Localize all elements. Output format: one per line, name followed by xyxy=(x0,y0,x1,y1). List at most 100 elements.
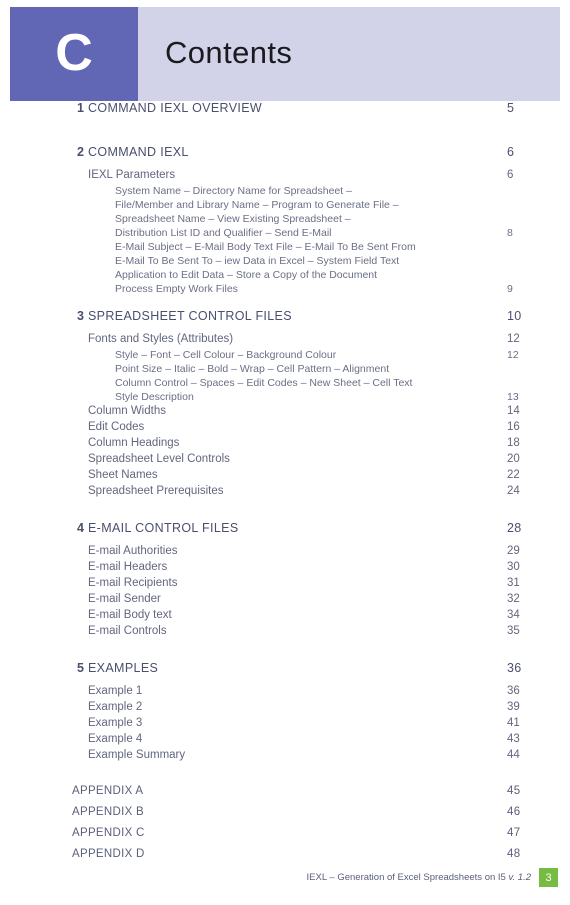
toc-entry-page-number: 6 xyxy=(507,169,514,181)
toc-entry-page-number: 5 xyxy=(507,101,515,115)
toc-entry-detail[interactable]: E-Mail To Be Sent To – iew Data in Excel… xyxy=(0,255,570,269)
toc-entry-detail[interactable]: Process Empty Work Files 9 xyxy=(0,283,570,297)
toc-entry-detail[interactable]: Style – Font – Cell Colour – Background … xyxy=(0,349,570,363)
toc-entry-sub[interactable]: Spreadsheet Level Controls 20 xyxy=(0,453,570,469)
toc-entry-page-number: 22 xyxy=(507,469,520,481)
toc-entry-section[interactable]: 3 SPREADSHEET CONTROL FILES 10 xyxy=(0,309,570,333)
toc-entry-label: Process Empty Work Files xyxy=(115,283,238,295)
toc-entry-sub[interactable]: Spreadsheet Prerequisites 24 xyxy=(0,485,570,501)
toc-entry-page-number: 35 xyxy=(507,625,520,637)
toc-entry-page-number: 10 xyxy=(507,309,522,323)
toc-entry-sub[interactable]: Example Summary 44 xyxy=(0,749,570,765)
toc-entry-sub[interactable]: Sheet Names 22 xyxy=(0,469,570,485)
toc-entry-page-number: 47 xyxy=(507,827,521,839)
toc-entry-sub[interactable]: Example 3 41 xyxy=(0,717,570,733)
toc-entry-label: Example 4 xyxy=(88,733,143,745)
toc-entry-number: 1 xyxy=(77,101,85,115)
toc-entry-appendix[interactable]: APPENDIX A 45 xyxy=(0,785,570,806)
toc-entry-page-number: 13 xyxy=(507,391,519,403)
toc-entry-sub[interactable]: IEXL Parameters 6 xyxy=(0,169,570,185)
toc-entry-label: System Name – Directory Name for Spreads… xyxy=(115,185,352,197)
chapter-header: C Contents xyxy=(10,7,560,101)
toc-spacer xyxy=(0,125,570,145)
toc-entry-number: 5 xyxy=(77,661,85,675)
toc-entry-page-number: 30 xyxy=(507,561,520,573)
toc-entry-page-number: 48 xyxy=(507,848,521,860)
toc-entry-sub[interactable]: Fonts and Styles (Attributes) 12 xyxy=(0,333,570,349)
toc-entry-page-number: 8 xyxy=(507,227,513,239)
toc-entry-label: E-mail Headers xyxy=(88,561,168,573)
toc-entry-section[interactable]: 2 COMMAND IEXL 6 xyxy=(0,145,570,169)
footer-document-title: IEXL – Generation of Excel Spreadsheets … xyxy=(307,872,531,883)
toc-entry-page-number: 9 xyxy=(507,283,513,295)
toc-entry-label: COMMAND IEXL OVERVIEW xyxy=(88,101,263,115)
toc-entry-detail[interactable]: E-Mail Subject – E-Mail Body Text File –… xyxy=(0,241,570,255)
toc-entry-sub[interactable]: E-mail Recipients 31 xyxy=(0,577,570,593)
toc-entry-page-number: 34 xyxy=(507,609,520,621)
toc-entry-page-number: 36 xyxy=(507,661,522,675)
toc-entry-page-number: 29 xyxy=(507,545,520,557)
toc-entry-label: E-MAIL CONTROL FILES xyxy=(88,521,239,535)
toc-entry-label: E-Mail To Be Sent To – iew Data in Excel… xyxy=(115,255,400,267)
toc-entry-label: Column Widths xyxy=(88,405,166,417)
toc-entry-sub[interactable]: Column Headings 18 xyxy=(0,437,570,453)
toc-entry-section[interactable]: 4 E-MAIL CONTROL FILES 28 xyxy=(0,521,570,545)
page-title: Contents xyxy=(165,35,293,70)
toc-entry-detail[interactable]: Spreadsheet Name – View Existing Spreads… xyxy=(0,213,570,227)
toc-entry-appendix[interactable]: APPENDIX C 47 xyxy=(0,827,570,848)
header-band: Contents xyxy=(138,7,560,101)
toc-entry-page-number: 28 xyxy=(507,521,522,535)
toc-entry-detail[interactable]: Application to Edit Data – Store a Copy … xyxy=(0,269,570,283)
toc-entry-section[interactable]: 5 EXAMPLES 36 xyxy=(0,661,570,685)
toc-entry-page-number: 18 xyxy=(507,437,520,449)
toc-entry-label: Example 3 xyxy=(88,717,143,729)
toc-entry-section[interactable]: 1 COMMAND IEXL OVERVIEW 5 xyxy=(0,101,570,125)
toc-entry-label: Spreadsheet Prerequisites xyxy=(88,485,224,497)
toc-entry-page-number: 14 xyxy=(507,405,520,417)
toc-entry-sub[interactable]: E-mail Body text 34 xyxy=(0,609,570,625)
toc-entry-label: SPREADSHEET CONTROL FILES xyxy=(88,309,292,323)
toc-entry-sub[interactable]: E-mail Headers 30 xyxy=(0,561,570,577)
toc-entry-page-number: 31 xyxy=(507,577,520,589)
toc-entry-label: Sheet Names xyxy=(88,469,158,481)
toc-entry-label: APPENDIX C xyxy=(72,827,145,839)
toc-entry-detail[interactable]: Point Size – Italic – Bold – Wrap – Cell… xyxy=(0,363,570,377)
footer-version-text: v. 1.2 xyxy=(508,872,531,883)
toc-entry-label: E-mail Authorities xyxy=(88,545,178,557)
toc-entry-detail[interactable]: Column Control – Spaces – Edit Codes – N… xyxy=(0,377,570,391)
toc-entry-page-number: 46 xyxy=(507,806,521,818)
toc-entry-appendix[interactable]: APPENDIX D 48 xyxy=(0,848,570,869)
toc-spacer xyxy=(0,765,570,785)
toc-entry-label: Edit Codes xyxy=(88,421,145,433)
page-number-badge: 3 xyxy=(539,868,558,887)
toc-entry-page-number: 16 xyxy=(507,421,520,433)
toc-entry-appendix[interactable]: APPENDIX B 46 xyxy=(0,806,570,827)
toc-entry-number: 3 xyxy=(77,309,85,323)
toc-entry-sub[interactable]: Edit Codes 16 xyxy=(0,421,570,437)
toc-entry-detail[interactable]: File/Member and Library Name – Program t… xyxy=(0,199,570,213)
toc-entry-sub[interactable]: E-mail Authorities 29 xyxy=(0,545,570,561)
toc-entry-sub[interactable]: Column Widths 14 xyxy=(0,405,570,421)
toc-entry-label: COMMAND IEXL xyxy=(88,145,189,159)
toc-entry-number: 2 xyxy=(77,145,85,159)
toc-entry-sub[interactable]: Example 2 39 xyxy=(0,701,570,717)
toc-entry-sub[interactable]: Example 4 43 xyxy=(0,733,570,749)
toc-entry-page-number: 44 xyxy=(507,749,520,761)
toc-entry-label: Style – Font – Cell Colour – Background … xyxy=(115,349,337,361)
toc-entry-detail[interactable]: Distribution List ID and Qualifier – Sen… xyxy=(0,227,570,241)
toc-entry-page-number: 20 xyxy=(507,453,520,465)
toc-entry-label: APPENDIX D xyxy=(72,848,145,860)
toc-spacer xyxy=(0,641,570,661)
toc-entry-label: Style Description xyxy=(115,391,194,403)
footer-title-text: IEXL – Generation of Excel Spreadsheets … xyxy=(306,872,509,883)
toc-entry-label: APPENDIX B xyxy=(72,806,145,818)
toc-entry-label: E-mail Body text xyxy=(88,609,172,621)
toc-entry-page-number: 45 xyxy=(507,785,521,797)
toc-entry-sub[interactable]: E-mail Controls 35 xyxy=(0,625,570,641)
toc-entry-detail[interactable]: Style Description 13 xyxy=(0,391,570,405)
toc-entry-label: Application to Edit Data – Store a Copy … xyxy=(115,269,378,281)
toc-entry-sub[interactable]: Example 1 36 xyxy=(0,685,570,701)
toc-entry-detail[interactable]: System Name – Directory Name for Spreads… xyxy=(0,185,570,199)
toc-entry-label: Spreadsheet Level Controls xyxy=(88,453,230,465)
toc-entry-sub[interactable]: E-mail Sender 32 xyxy=(0,593,570,609)
